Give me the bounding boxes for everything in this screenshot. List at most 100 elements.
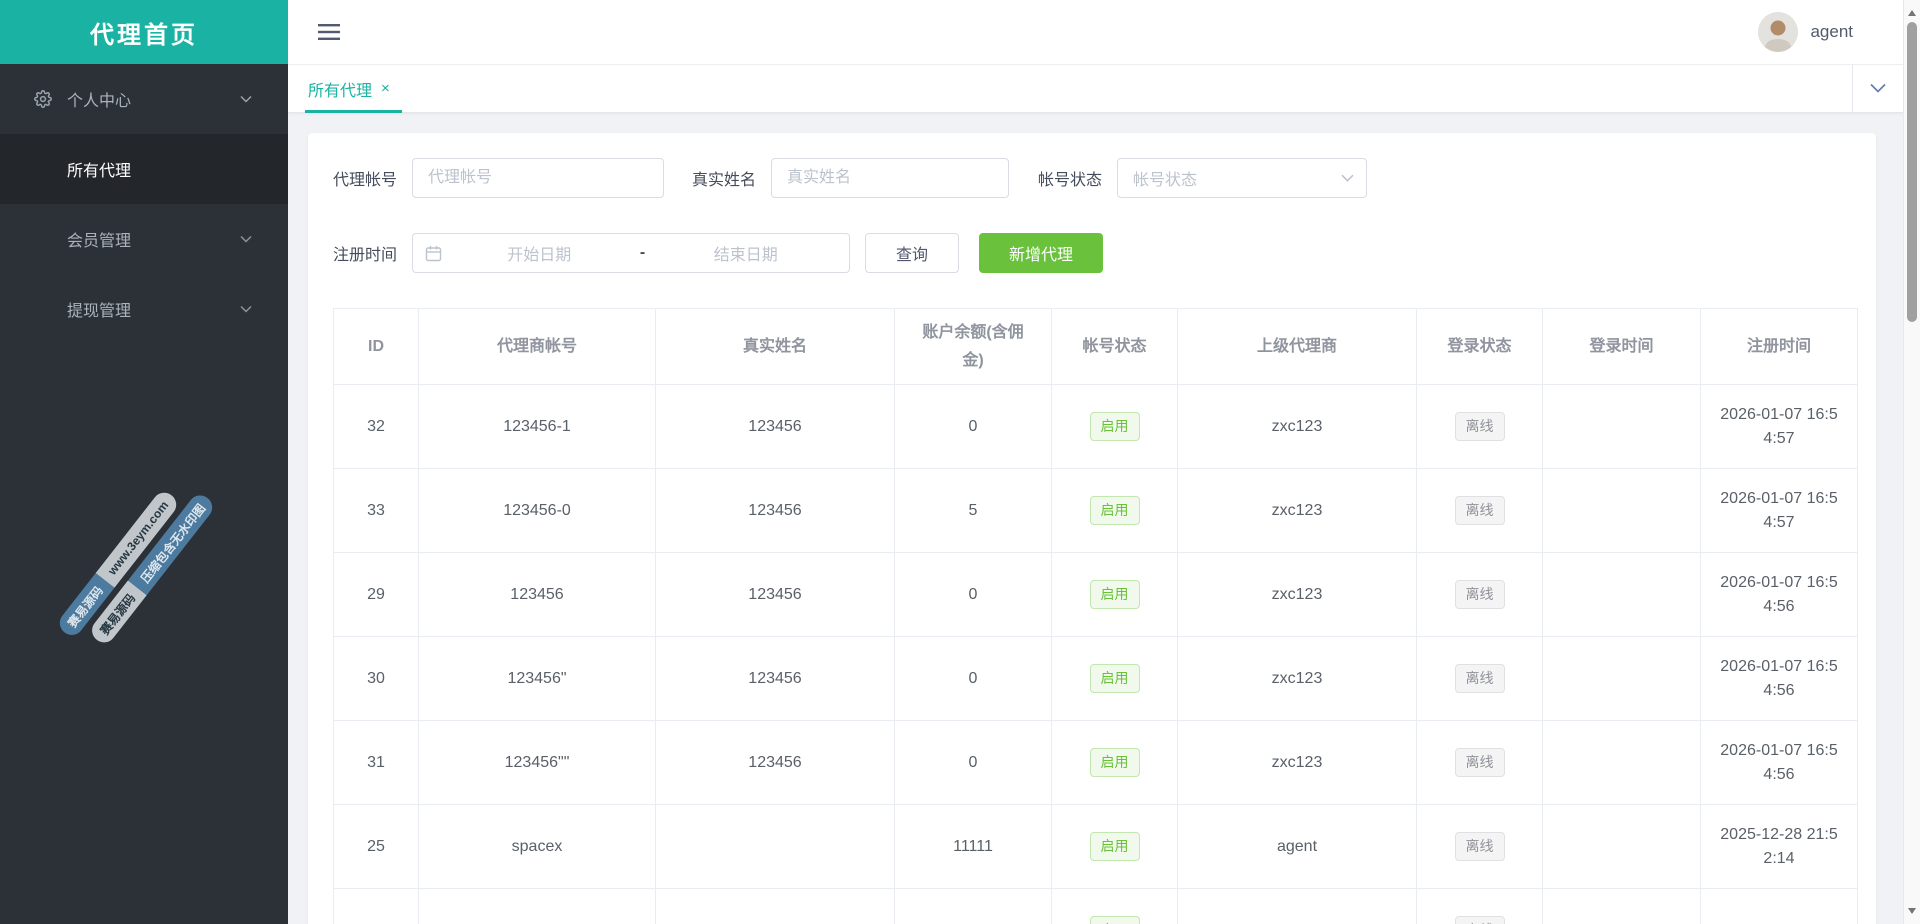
column-header-balance: 账户余额(含佣金) [894,308,1052,385]
tab-active-underline [305,110,402,113]
user-menu[interactable]: agent [1758,0,1853,64]
cell-account: 123456-1 [418,384,656,469]
cell-id: 31 [333,720,419,805]
date-range-separator: - [639,244,646,261]
filter-row-1: 代理帐号 真实姓名 帐号状态 帐号状态 [333,158,1876,198]
login-status-badge: 离线 [1454,412,1505,441]
cell-login-status: 离线 [1416,720,1543,805]
cell-parent-agent: zxc123 [1177,720,1417,805]
cell-register-time: 2026-01-07 16:54:56 [1700,720,1858,805]
cell-parent-agent: zxc123 [1177,384,1417,469]
register-time-label: 注册时间 [333,247,398,264]
filter-row-2: 注册时间 开始日期 - 结束日期 查询 新增代理 [333,233,1876,273]
status-badge: 启用 [1089,832,1140,861]
scrollbar-up-arrow-icon[interactable] [1908,6,1916,16]
column-header-account-status: 帐号状态 [1051,308,1178,385]
cell-parent-agent: zxc123 [1177,636,1417,721]
cell-balance: 0 [894,384,1052,469]
cell-register-time: 2025-12-28 21:52:14 [1700,804,1858,889]
scrollbar-thumb[interactable] [1907,22,1917,322]
table-header: ID 代理商帐号 真实姓名 账户余额(含佣金) 帐号状态 上级代理商 登录状态 … [333,308,1858,385]
sidebar-item-withdrawal-management[interactable]: 提现管理 [0,274,288,344]
table-row: 启用 离线 2025-12-14 12:0 [333,888,1858,924]
table-row: 33 123456-0 123456 5 启用 zxc123 离线 2026-0… [333,468,1858,553]
cell-login-status: 离线 [1416,888,1543,924]
login-status-badge: 离线 [1454,580,1505,609]
account-status-placeholder: 帐号状态 [1133,172,1198,189]
tab-all-agents[interactable]: 所有代理 × [308,65,390,112]
cell-parent-agent: agent [1177,804,1417,889]
cell-balance: 0 [894,636,1052,721]
login-status-badge: 离线 [1454,664,1505,693]
agent-account-label: 代理帐号 [333,172,398,189]
cell-account-status: 启用 [1051,384,1178,469]
column-header-login-status: 登录状态 [1416,308,1543,385]
table-row: 25 spacex 11111 启用 agent 离线 2025-12-28 2… [333,804,1858,889]
real-name-input[interactable] [771,158,1010,198]
status-badge: 启用 [1089,580,1140,609]
register-time-range-picker[interactable]: 开始日期 - 结束日期 [412,233,851,273]
cell-account-status: 启用 [1051,804,1178,889]
cell-balance: 11111 [894,804,1052,889]
gear-icon [34,90,52,108]
real-name-label: 真实姓名 [692,172,757,189]
chevron-down-icon [240,95,252,103]
table-row: 30 123456" 123456 0 启用 zxc123 离线 2026-01… [333,636,1858,721]
cell-id: 32 [333,384,419,469]
cell-register-time: 2026-01-07 16:54:56 [1700,552,1858,637]
sidebar: 代理首页 个人中心 所有代理 会员管理 提现管理 赛易源码 www.3eym.c… [0,0,288,924]
status-badge: 启用 [1089,664,1140,693]
sidebar-item-label: 所有代理 [67,163,132,180]
account-status-select[interactable]: 帐号状态 [1117,158,1368,198]
cell-account [418,888,656,924]
agent-account-input[interactable] [412,158,665,198]
scrollbar-down-arrow-icon[interactable] [1908,908,1916,918]
cell-parent-agent [1177,888,1417,924]
cell-login-status: 离线 [1416,804,1543,889]
table-row: 31 123456"" 123456 0 启用 zxc123 离线 2026-0… [333,720,1858,805]
column-header-register-time: 注册时间 [1700,308,1858,385]
vertical-scrollbar[interactable] [1903,0,1920,924]
cell-login-time [1542,384,1701,469]
column-header-real-name: 真实姓名 [655,308,895,385]
sidebar-item-label: 提现管理 [67,303,132,320]
sidebar-item-member-management[interactable]: 会员管理 [0,204,288,274]
cell-account: 123456-0 [418,468,656,553]
cell-real-name [655,888,895,924]
cell-real-name: 123456 [655,384,895,469]
start-date-placeholder[interactable]: 开始日期 [448,241,631,265]
cell-login-time [1542,552,1701,637]
chevron-down-icon [240,305,252,313]
cell-parent-agent: zxc123 [1177,552,1417,637]
cell-id: 30 [333,636,419,721]
sidebar-item-personal-center[interactable]: 个人中心 [0,64,288,134]
cell-register-time: 2026-01-07 16:54:57 [1700,468,1858,553]
query-button[interactable]: 查询 [865,233,960,273]
column-header-account: 代理商帐号 [418,308,656,385]
tab-label: 所有代理 [308,82,373,100]
end-date-placeholder[interactable]: 结束日期 [655,241,838,265]
add-agent-button[interactable]: 新增代理 [979,233,1104,273]
username: agent [1810,22,1853,41]
cell-real-name: 123456 [655,552,895,637]
cell-register-time: 2026-01-07 16:54:56 [1700,636,1858,721]
table-body: 32 123456-1 123456 0 启用 zxc123 离线 2026-0… [333,384,1858,924]
tabbar-collapse-button[interactable] [1852,65,1903,112]
cell-account: 123456" [418,636,656,721]
cell-balance: 0 [894,552,1052,637]
cell-balance: 0 [894,720,1052,805]
cell-account-status: 启用 [1051,552,1178,637]
sidebar-item-label: 会员管理 [67,233,132,250]
cell-login-status: 离线 [1416,636,1543,721]
sidebar-item-all-agents[interactable]: 所有代理 [0,134,288,204]
tabbar: 所有代理 × [288,64,1903,113]
hamburger-menu-icon[interactable] [318,24,340,40]
column-header-login-time: 登录时间 [1542,308,1701,385]
table-row: 29 123456 123456 0 启用 zxc123 离线 2026-01-… [333,552,1858,637]
login-status-badge: 离线 [1454,832,1505,861]
tab-close-icon[interactable]: × [381,80,390,97]
table-row: 32 123456-1 123456 0 启用 zxc123 离线 2026-0… [333,384,1858,469]
agents-panel: 代理帐号 真实姓名 帐号状态 帐号状态 注册时间 [308,133,1876,924]
cell-id: 29 [333,552,419,637]
cell-id: 25 [333,804,419,889]
